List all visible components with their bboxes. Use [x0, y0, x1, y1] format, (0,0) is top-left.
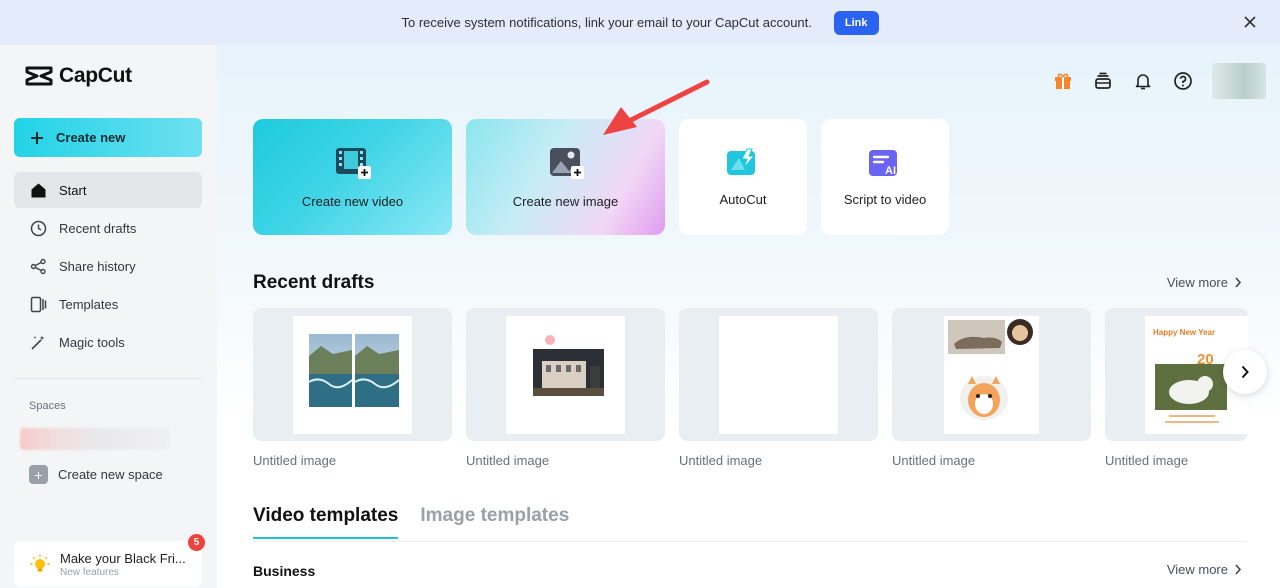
templates-icon: [30, 296, 47, 312]
image-plus-icon: [549, 147, 584, 179]
draft-thumbnail[interactable]: [466, 308, 665, 441]
red-arrow-annotation: [603, 79, 710, 135]
draft-item[interactable]: Untitled image: [253, 308, 452, 468]
banner-message: To receive system notifications, link yo…: [401, 15, 812, 30]
chevron-right-icon: [1241, 365, 1249, 379]
film-plus-icon: [335, 147, 371, 179]
tab-image-templates[interactable]: Image templates: [420, 505, 569, 539]
draft-name: Untitled image: [892, 453, 976, 468]
create-new-label: Create new: [56, 130, 126, 145]
sidebar-item-label: Magic tools: [59, 334, 125, 350]
notification-banner: To receive system notifications, link yo…: [0, 0, 1280, 45]
business-title: Business: [253, 563, 316, 579]
sidebar-item-share-history[interactable]: Share history: [14, 248, 202, 284]
layers-icon[interactable]: [1092, 70, 1114, 92]
draft-page: [293, 315, 412, 434]
draft-page: [944, 315, 1039, 434]
card-label: Script to video: [843, 191, 927, 207]
create-new-video-card[interactable]: Create new video: [253, 119, 452, 235]
draft-item[interactable]: Happy New Year 20 Untitled image: [1105, 308, 1248, 468]
sidebar-item-label: Share history: [59, 258, 136, 274]
draft-name: Untitled image: [253, 453, 337, 468]
create-new-button[interactable]: Create new: [14, 118, 202, 157]
tab-video-templates[interactable]: Video templates: [253, 505, 399, 539]
svg-text:AI: AI: [885, 165, 896, 177]
seascape-image: [308, 333, 400, 407]
promo-subtitle: New features: [60, 566, 119, 578]
top-toolbar: [1052, 63, 1280, 99]
capcut-logo-icon: [25, 66, 53, 86]
script-to-video-card[interactable]: AI Script to video: [821, 119, 949, 235]
script-ai-icon: AI: [869, 149, 897, 177]
clock-icon: [30, 220, 47, 236]
cat-collage-image: [948, 318, 1033, 420]
draft-item[interactable]: Untitled image: [466, 308, 665, 468]
draft-thumbnail[interactable]: [253, 308, 452, 441]
plus-icon: [31, 131, 43, 144]
link-email-button[interactable]: Link: [833, 10, 879, 35]
avatar[interactable]: [1212, 63, 1266, 99]
sidebar-item-label: Start: [59, 182, 87, 198]
view-more-label: View more: [1166, 562, 1228, 577]
business-view-more[interactable]: View more: [1167, 562, 1242, 577]
draft-page: [719, 315, 838, 434]
share-icon: [30, 258, 46, 274]
draft-page: [506, 315, 625, 434]
logo-text: CapCut: [59, 64, 132, 87]
close-icon[interactable]: [1240, 12, 1260, 32]
chevron-right-icon: [1235, 564, 1242, 575]
magic-wand-icon: [31, 335, 45, 350]
create-new-space-button[interactable]: + Create new space: [29, 465, 163, 484]
home-icon: [31, 183, 46, 197]
autocut-icon: [727, 148, 756, 175]
promo-card[interactable]: Make your Black Fri... New features 5: [14, 534, 205, 587]
bell-icon[interactable]: [1132, 70, 1154, 92]
help-icon[interactable]: [1172, 70, 1194, 92]
recent-drafts-title: Recent drafts: [253, 272, 375, 293]
draft-thumbnail[interactable]: [679, 308, 878, 441]
space-item[interactable]: [20, 428, 170, 450]
card-label: AutoCut: [719, 191, 767, 207]
recent-drafts-view-more[interactable]: View more: [1167, 275, 1242, 290]
sidebar-item-templates[interactable]: Templates: [14, 286, 202, 322]
promo-title: Make your Black Fri...: [60, 550, 186, 566]
sidebar-divider: [14, 378, 202, 379]
plus-icon: +: [29, 465, 48, 484]
draft-thumbnail[interactable]: [892, 308, 1091, 441]
gift-icon[interactable]: [1052, 70, 1074, 92]
sidebar-item-start[interactable]: Start: [14, 172, 202, 208]
draft-name: Untitled image: [1105, 453, 1189, 468]
sidebar-nav: Start Recent drafts Share history Templa…: [14, 172, 202, 362]
sidebar-item-label: Templates: [59, 296, 119, 312]
building-image: [533, 334, 604, 396]
sidebar-item-recent-drafts[interactable]: Recent drafts: [14, 210, 202, 246]
spaces-heading: Spaces: [29, 400, 66, 412]
notification-badge: 5: [188, 534, 205, 551]
draft-name: Untitled image: [466, 453, 550, 468]
draft-item[interactable]: Untitled image: [892, 308, 1091, 468]
recent-drafts-list: Untitled image Untitled image Untitled i…: [253, 308, 1248, 468]
card-label: Create new image: [512, 193, 619, 209]
card-label: Create new video: [301, 193, 404, 209]
sidebar-item-magic-tools[interactable]: Magic tools: [14, 324, 202, 360]
create-new-space-label: Create new space: [58, 467, 163, 482]
sidebar: CapCut Create new Start Recent drafts Sh…: [0, 45, 217, 588]
main-content: Create new video Create new image AutoCu…: [217, 45, 1280, 588]
sidebar-item-label: Recent drafts: [59, 220, 137, 236]
tabs-divider: [253, 541, 1246, 542]
lightbulb-icon: [30, 554, 50, 572]
capcut-logo[interactable]: CapCut: [25, 64, 132, 88]
view-more-label: View more: [1166, 275, 1228, 290]
carousel-next-button[interactable]: [1223, 350, 1267, 394]
template-tabs: Video templates Image templates: [253, 505, 569, 539]
chevron-right-icon: [1235, 277, 1242, 288]
draft-name: Untitled image: [679, 453, 763, 468]
draft-item[interactable]: Untitled image: [679, 308, 878, 468]
